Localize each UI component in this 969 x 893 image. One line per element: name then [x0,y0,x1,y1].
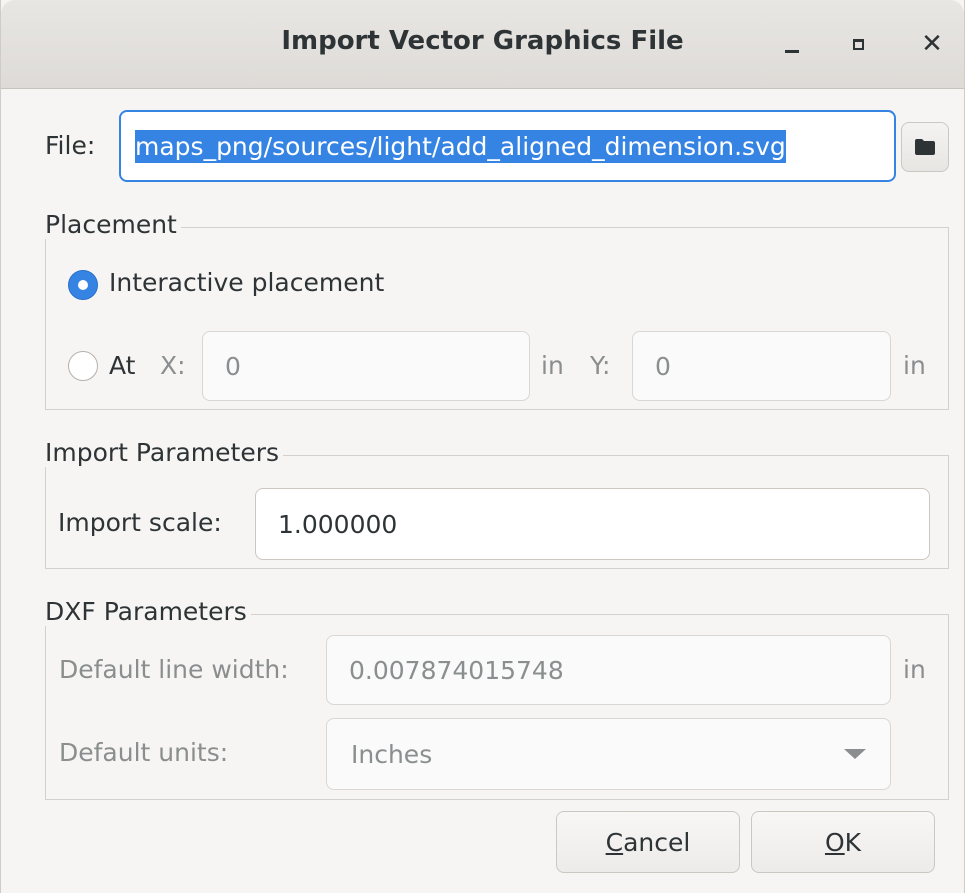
at-placement-radio[interactable] [68,351,98,381]
import-scale-input[interactable]: 1.000000 [255,488,930,560]
import-parameters-group-title: Import Parameters [45,438,284,467]
minimize-button[interactable] [778,30,806,58]
title-bar[interactable]: Import Vector Graphics File ✕ [1,0,964,89]
x-position-value: 0 [225,351,241,381]
default-line-width-value: 0.007874015748 [349,655,564,685]
default-units-dropdown[interactable]: Inches [326,718,891,790]
cancel-button[interactable]: Cancel [556,811,740,873]
close-button[interactable]: ✕ [918,30,946,58]
maximize-button[interactable] [844,30,872,58]
ok-label-rest: K [844,827,862,857]
minimize-icon [785,49,799,53]
import-dialog: Import Vector Graphics File ✕ File: maps… [0,0,965,893]
browse-button[interactable] [901,122,949,172]
at-placement-label[interactable]: At [109,351,135,380]
chevron-down-icon [844,749,866,759]
default-line-width-input[interactable]: 0.007874015748 [326,635,891,705]
default-units-label: Default units: [59,738,229,767]
ok-button[interactable]: OK [751,811,935,873]
file-label: File: [45,131,96,160]
import-scale-value: 1.000000 [278,509,398,539]
default-line-width-unit: in [903,655,926,684]
cancel-label-rest: ancel [623,827,691,857]
interactive-placement-label[interactable]: Interactive placement [109,268,384,297]
x-unit-label: in [541,351,564,380]
import-scale-label: Import scale: [58,508,222,537]
y-label: Y: [590,351,611,380]
dialog-title: Import Vector Graphics File [281,26,684,56]
x-label: X: [160,351,186,380]
interactive-placement-radio[interactable] [68,270,98,300]
y-unit-label: in [903,351,926,380]
file-path-selected-text: maps_png/sources/light/add_aligned_dimen… [135,129,786,163]
cancel-mnemonic: C [605,827,624,857]
maximize-icon [852,38,864,50]
default-line-width-label: Default line width: [59,655,289,684]
x-position-input[interactable]: 0 [202,331,530,401]
y-position-value: 0 [655,351,671,381]
y-position-input[interactable]: 0 [632,331,891,401]
ok-mnemonic: O [824,827,845,857]
close-icon: ✕ [921,29,943,59]
folder-icon [915,139,935,155]
default-units-value: Inches [351,739,433,769]
placement-group-title: Placement [45,210,181,239]
dxf-parameters-group-title: DXF Parameters [45,597,251,626]
file-path-input[interactable]: maps_png/sources/light/add_aligned_dimen… [119,110,896,182]
